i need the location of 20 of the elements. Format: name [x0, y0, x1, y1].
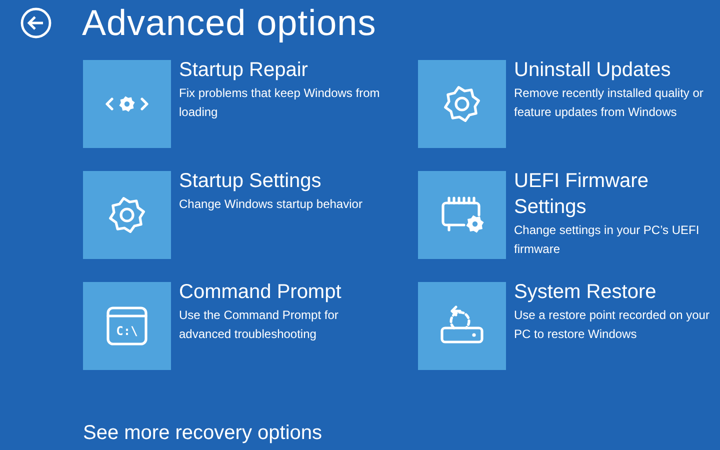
- option-tile[interactable]: [418, 282, 506, 370]
- option-description: Remove recently installed quality or feature updates from Windows: [514, 85, 704, 121]
- option-tile[interactable]: [418, 60, 506, 148]
- back-button[interactable]: [20, 7, 52, 39]
- option-title[interactable]: UEFI Firmware Settings: [514, 168, 718, 220]
- option-description: Use a restore point recorded on your PC to restore Windows: [514, 307, 710, 343]
- page-title: Advanced options: [82, 1, 376, 45]
- option-description: Use the Command Prompt for advanced troubleshooting: [179, 307, 340, 343]
- recovery-options-link[interactable]: See more recovery options: [83, 422, 322, 445]
- option-title[interactable]: Uninstall Updates: [514, 57, 718, 83]
- option-title[interactable]: Startup Repair: [179, 57, 384, 83]
- option-title[interactable]: Startup Settings: [179, 168, 384, 194]
- option-title[interactable]: Command Prompt: [179, 279, 384, 305]
- option-title[interactable]: System Restore: [514, 279, 718, 305]
- option-description: Change settings in your PC’s UEFI firmware: [514, 222, 700, 258]
- option-tile[interactable]: [83, 171, 171, 259]
- option-tile[interactable]: [83, 60, 171, 148]
- option-description: Change Windows startup behavior: [179, 196, 364, 213]
- option-tile[interactable]: [418, 171, 506, 259]
- option-description: Fix problems that keep Windows from loading: [179, 85, 381, 121]
